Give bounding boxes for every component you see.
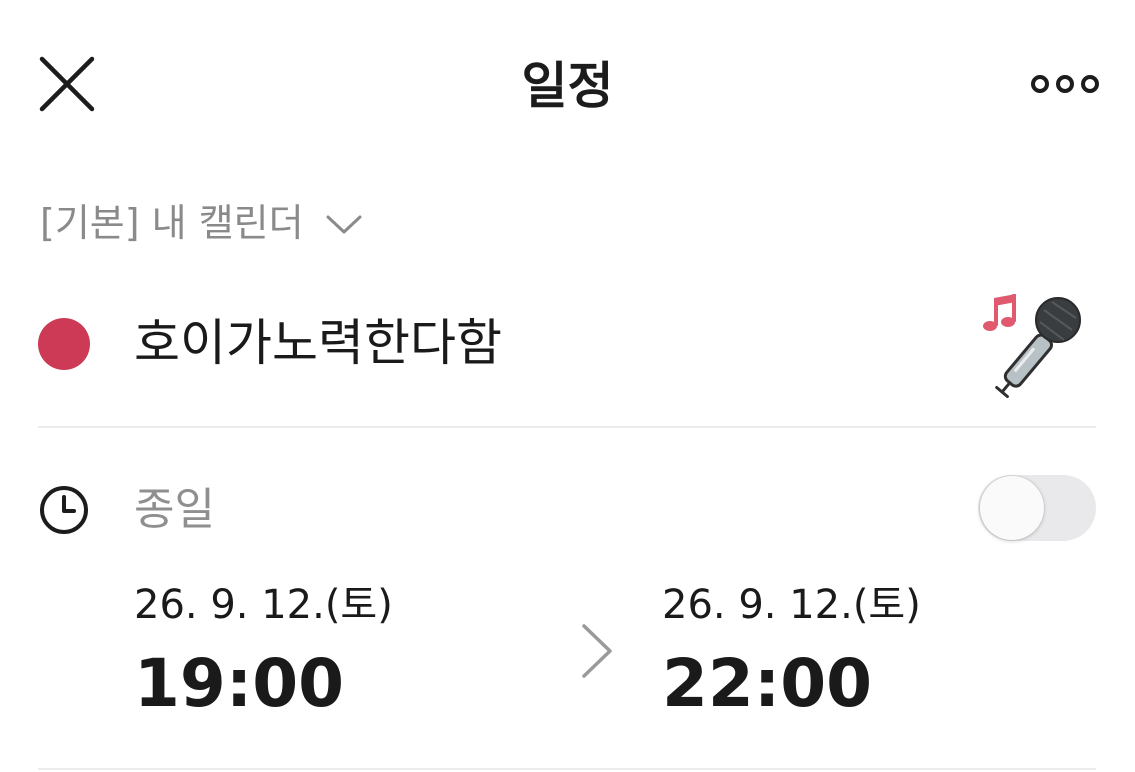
clock-icon	[38, 484, 90, 536]
event-color-dot[interactable]	[38, 318, 90, 370]
calendar-selector[interactable]: [기본] 내 캘린더	[40, 195, 362, 251]
chevron-down-icon	[326, 215, 362, 234]
divider	[38, 768, 1096, 770]
start-date: 26. 9. 12.(토)	[134, 582, 393, 628]
start-datetime[interactable]: 26. 9. 12.(토) 19:00	[134, 580, 393, 724]
calendar-label: [기본] 내 캘린더	[40, 201, 304, 245]
sticker-button[interactable]	[976, 290, 1088, 402]
chevron-right-icon	[580, 622, 614, 680]
start-time: 19:00	[134, 645, 345, 722]
more-options-button[interactable]	[1030, 72, 1100, 96]
all-day-toggle[interactable]	[978, 475, 1096, 541]
microphone-music-icon	[983, 294, 1081, 399]
all-day-label: 종일	[134, 484, 215, 535]
event-title-field[interactable]: 호이가노력한다함	[134, 308, 502, 378]
end-datetime[interactable]: 26. 9. 12.(토) 22:00	[662, 580, 921, 724]
more-horizontal-icon	[1031, 75, 1099, 93]
toggle-knob	[980, 476, 1044, 540]
end-date: 26. 9. 12.(토)	[662, 582, 921, 628]
divider	[38, 426, 1096, 428]
end-time: 22:00	[662, 645, 873, 722]
page-title: 일정	[521, 57, 614, 115]
